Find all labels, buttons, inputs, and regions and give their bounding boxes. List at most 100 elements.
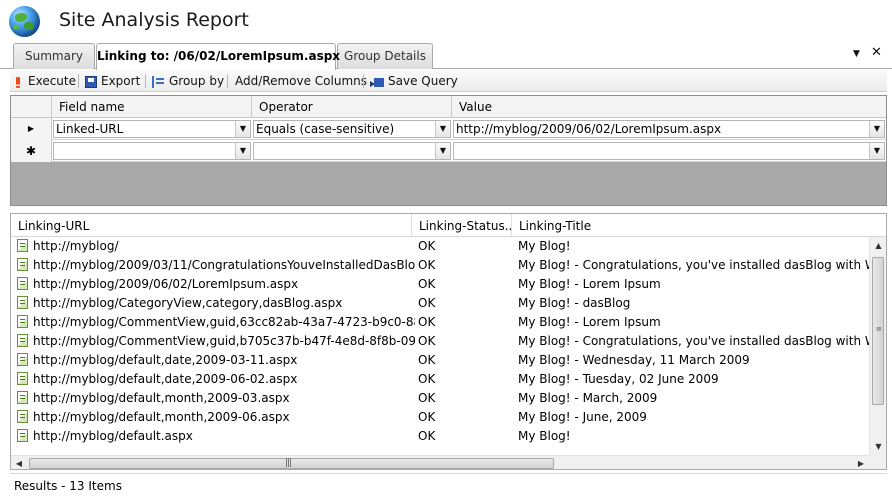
field-name-select[interactable]: Linked-URL ▼ xyxy=(53,120,251,138)
horizontal-scroll-thumb[interactable]: ||| xyxy=(29,458,554,469)
table-row[interactable]: http://myblog/default,month,2009-06.aspx… xyxy=(11,408,869,427)
tab-group-details[interactable]: Group Details xyxy=(337,43,433,69)
new-field-name-select[interactable]: ▼ xyxy=(53,142,251,160)
chevron-down-icon[interactable]: ▼ xyxy=(435,121,450,137)
add-remove-columns-button[interactable]: Add/Remove Columns xyxy=(235,73,367,90)
scrollbar-corner xyxy=(869,455,886,469)
linking-url-text: http://myblog/CommentView,guid,b705c37b-… xyxy=(33,334,415,348)
filter-header-value[interactable]: Value xyxy=(452,96,886,118)
results-body: http://myblog/OK My Blog! http://myblog/20… xyxy=(11,237,869,455)
web-page-icon xyxy=(17,315,28,328)
linking-url-cell: http://myblog/CommentView,guid,b705c37b-… xyxy=(17,332,415,351)
linking-url-cell: http://myblog/ xyxy=(17,237,415,256)
operator-select[interactable]: Equals (case-sensitive) ▼ xyxy=(253,120,451,138)
chevron-down-icon[interactable]: ▼ xyxy=(235,143,250,159)
web-page-icon xyxy=(17,277,28,290)
chevron-down-icon[interactable]: ▼ xyxy=(869,143,884,159)
linking-title-cell: My Blog! xyxy=(518,239,571,253)
linking-title-cell: My Blog! - Wednesday, 11 March 2009 xyxy=(518,353,750,367)
chevron-down-icon[interactable]: ▼ xyxy=(435,143,450,159)
linking-url-cell: http://myblog/default,month,2009-06.aspx xyxy=(17,408,415,427)
save-query-icon xyxy=(370,77,384,88)
value-select[interactable]: http://myblog/2009/06/02/LoremIpsum.aspx… xyxy=(453,120,885,138)
scroll-down-icon[interactable]: ▼ xyxy=(870,438,886,455)
linking-title-cell: My Blog! - June, 2009 xyxy=(518,410,647,424)
table-row[interactable]: http://myblog/2009/03/11/Congratulations… xyxy=(11,256,869,275)
linking-status-cell: OK xyxy=(418,334,436,348)
vertical-scroll-thumb[interactable]: ≡ xyxy=(872,257,884,405)
linking-status-cell: OK xyxy=(418,391,436,405)
linking-status-cell: OK xyxy=(418,429,436,443)
new-row-marker-icon[interactable]: ✱ xyxy=(11,140,52,162)
scroll-left-icon[interactable]: ◀ xyxy=(11,456,27,469)
linking-url-cell: http://myblog/default.aspx xyxy=(17,427,415,446)
linking-url-cell: http://myblog/default,month,2009-03.aspx xyxy=(17,389,415,408)
grip-icon: ≡ xyxy=(876,325,882,333)
scroll-right-icon[interactable]: ▶ xyxy=(853,456,869,469)
linking-url-cell: http://myblog/CommentView,guid,63cc82ab-… xyxy=(17,313,415,332)
table-row[interactable]: http://myblog/default,month,2009-03.aspx… xyxy=(11,389,869,408)
linking-url-text: http://myblog/default,date,2009-06-02.as… xyxy=(33,372,298,386)
linking-status-cell: OK xyxy=(418,315,436,329)
table-row[interactable]: http://myblog/CommentView,guid,b705c37b-… xyxy=(11,332,869,351)
column-header-linking-status[interactable]: Linking-Status... xyxy=(412,214,512,237)
tab-strip: Summary Linking to: /06/02/LoremIpsum.as… xyxy=(0,42,892,70)
linking-url-text: http://myblog/2009/03/11/Congratulations… xyxy=(33,258,415,272)
export-icon xyxy=(85,76,97,88)
filter-header-field-name[interactable]: Field name xyxy=(52,96,252,118)
horizontal-scrollbar[interactable]: ◀ ||| ▶ xyxy=(11,455,869,469)
filter-header-operator[interactable]: Operator xyxy=(252,96,452,118)
table-row[interactable]: http://myblog/OK My Blog! xyxy=(11,237,869,256)
group-by-button[interactable]: Group by xyxy=(152,73,224,90)
linking-status-cell: OK xyxy=(418,277,436,291)
web-page-icon xyxy=(17,429,28,442)
linking-status-cell: OK xyxy=(418,353,436,367)
linking-title-cell: My Blog! - dasBlog xyxy=(518,296,631,310)
scroll-up-icon[interactable]: ▲ xyxy=(870,237,886,254)
linking-url-text: http://myblog/default,month,2009-06.aspx xyxy=(33,410,290,424)
export-button[interactable]: Export xyxy=(85,73,140,90)
toolbar-separator xyxy=(227,74,228,88)
web-page-icon xyxy=(17,334,28,347)
new-operator-select[interactable]: ▼ xyxy=(253,142,451,160)
column-header-linking-title[interactable]: Linking-Title xyxy=(512,214,886,237)
table-row[interactable]: http://myblog/default.aspx OK My Blog! xyxy=(11,427,869,446)
linking-status-cell: OK xyxy=(418,258,436,272)
linking-status-cell: OK xyxy=(418,372,436,386)
linking-url-cell: http://myblog/default,date,2009-06-02.as… xyxy=(17,370,415,389)
filter-grid: Field name Operator Value ▶ Linked-URL ▼… xyxy=(10,95,887,206)
page-title: Site Analysis Report xyxy=(59,9,249,31)
group-by-icon xyxy=(152,76,165,88)
table-row[interactable]: http://myblog/CategoryView,category,dasB… xyxy=(11,294,869,313)
filter-new-row: ✱ ▼ ▼ ▼ xyxy=(11,140,886,162)
toolbar-separator xyxy=(145,74,146,88)
execute-button[interactable]: Execute xyxy=(14,73,76,90)
chevron-down-icon[interactable]: ▼ xyxy=(869,121,884,137)
linking-url-text: http://myblog/CategoryView,category,dasB… xyxy=(33,296,343,310)
save-query-button[interactable]: Save Query xyxy=(370,73,458,90)
table-row[interactable]: http://myblog/CommentView,guid,63cc82ab-… xyxy=(11,313,869,332)
vertical-scrollbar[interactable]: ▲ ≡ ▼ xyxy=(869,237,886,455)
status-bar: Results - 13 Items xyxy=(10,473,887,497)
linking-title-cell: My Blog! - Lorem Ipsum xyxy=(518,277,661,291)
group-by-label: Group by xyxy=(169,74,225,88)
web-page-icon xyxy=(17,391,28,404)
close-tab-icon[interactable]: ✕ xyxy=(871,45,882,60)
linking-url-cell: http://myblog/2009/06/02/LoremIpsum.aspx xyxy=(17,275,415,294)
column-header-linking-url[interactable]: Linking-URL xyxy=(11,214,412,237)
linking-title-cell: My Blog! - Tuesday, 02 June 2009 xyxy=(518,372,719,386)
linking-title-cell: My Blog! - March, 2009 xyxy=(518,391,658,405)
tab-linking-to[interactable]: Linking to: /06/02/LoremIpsum.aspx xyxy=(96,43,340,70)
tab-list-dropdown-icon[interactable]: ▼ xyxy=(853,49,860,59)
table-row[interactable]: http://myblog/2009/06/02/LoremIpsum.aspx… xyxy=(11,275,869,294)
table-row[interactable]: http://myblog/default,date,2009-06-02.as… xyxy=(11,370,869,389)
table-row[interactable]: http://myblog/default,date,2009-03-11.as… xyxy=(11,351,869,370)
current-row-marker-icon[interactable]: ▶ xyxy=(11,118,52,140)
new-value-select[interactable]: ▼ xyxy=(453,142,885,160)
field-name-value: Linked-URL xyxy=(56,122,124,136)
linking-url-cell: http://myblog/CategoryView,category,dasB… xyxy=(17,294,415,313)
chevron-down-icon[interactable]: ▼ xyxy=(235,121,250,137)
tab-summary[interactable]: Summary xyxy=(13,43,95,69)
linking-status-cell: OK xyxy=(418,410,436,424)
filter-grid-header: Field name Operator Value xyxy=(11,96,886,118)
